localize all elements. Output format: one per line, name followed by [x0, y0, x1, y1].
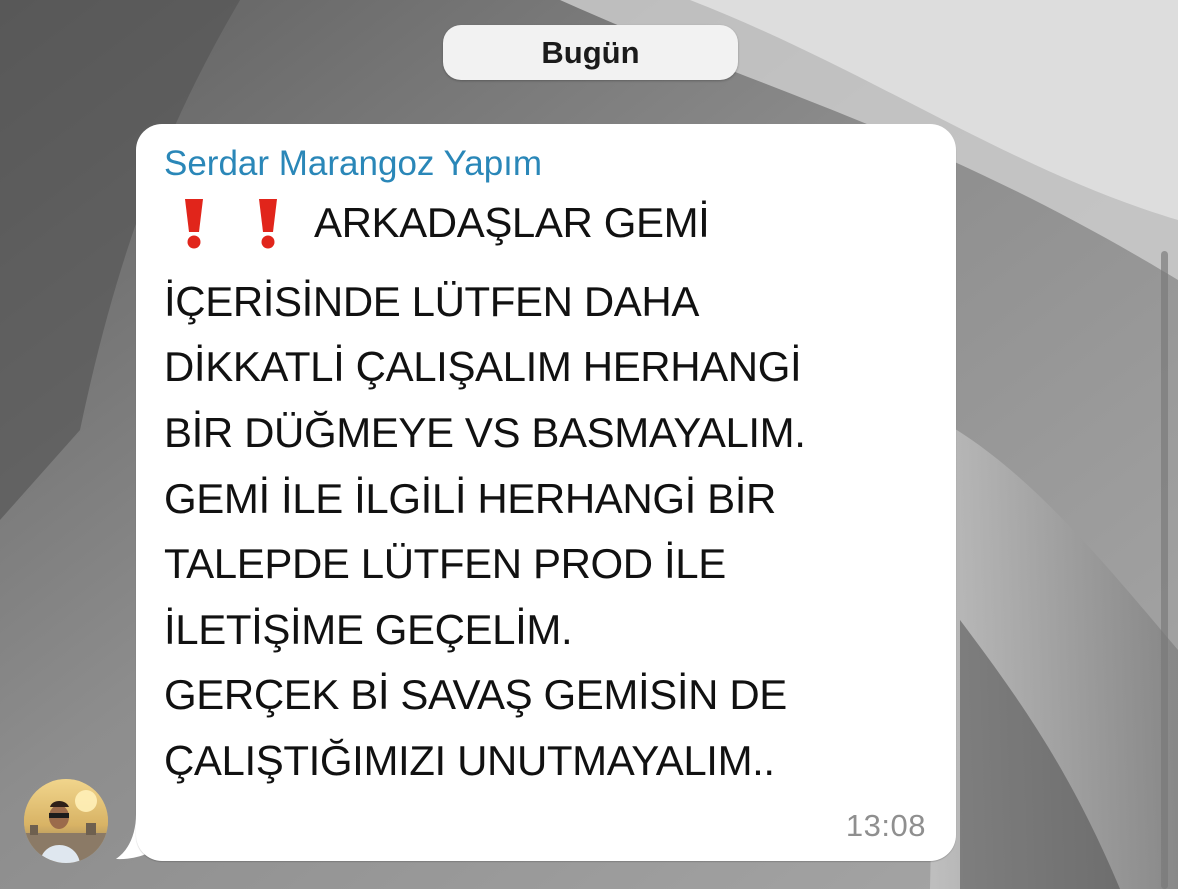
- message-line-6: TALEPDE LÜTFEN PROD İLE: [164, 540, 726, 588]
- message-bubble-wrapper: Serdar Marangoz Yapım ARKADAŞLAR GEMİ İÇ…: [114, 124, 956, 862]
- exclamation-icon: [259, 199, 277, 249]
- scrollbar[interactable]: [1161, 251, 1168, 889]
- message-line-5: GEMİ İLE İLGİLİ HERHANGİ BİR: [164, 474, 776, 522]
- sender-name[interactable]: Serdar Marangoz Yapım: [164, 142, 926, 186]
- sender-avatar[interactable]: [24, 779, 108, 863]
- message-text: ARKADAŞLAR GEMİ İÇERİSİNDE LÜTFEN DAHA D…: [164, 190, 926, 794]
- exclamation-icon: [185, 199, 203, 249]
- message-line-4: BİR DÜĞMEYE VS BASMAYALIM.: [164, 409, 806, 457]
- user-photo-icon: [24, 779, 108, 863]
- date-separator: Bugün: [443, 25, 738, 80]
- message-bubble[interactable]: Serdar Marangoz Yapım ARKADAŞLAR GEMİ İÇ…: [136, 124, 956, 861]
- message-line-7: İLETİŞİME GEÇELİM.: [164, 605, 573, 653]
- message-line-9: ÇALIŞTIĞIMIZI UNUTMAYALIM..: [164, 737, 775, 785]
- message-line-8: GERÇEK Bİ SAVAŞ GEMİSİN DE: [164, 671, 787, 719]
- message-line-text: ARKADAŞLAR GEMİ: [314, 199, 710, 246]
- message-line-1: ARKADAŞLAR GEMİ: [164, 190, 710, 256]
- message-line-2: İÇERİSİNDE LÜTFEN DAHA: [164, 277, 699, 325]
- message-line-3: DİKKATLİ ÇALIŞALIM HERHANGİ: [164, 343, 802, 391]
- message-timestamp: 13:08: [845, 808, 926, 843]
- chat-screen: Bugün Serdar Marangoz Yapım ARKADAŞLAR G…: [0, 0, 1178, 889]
